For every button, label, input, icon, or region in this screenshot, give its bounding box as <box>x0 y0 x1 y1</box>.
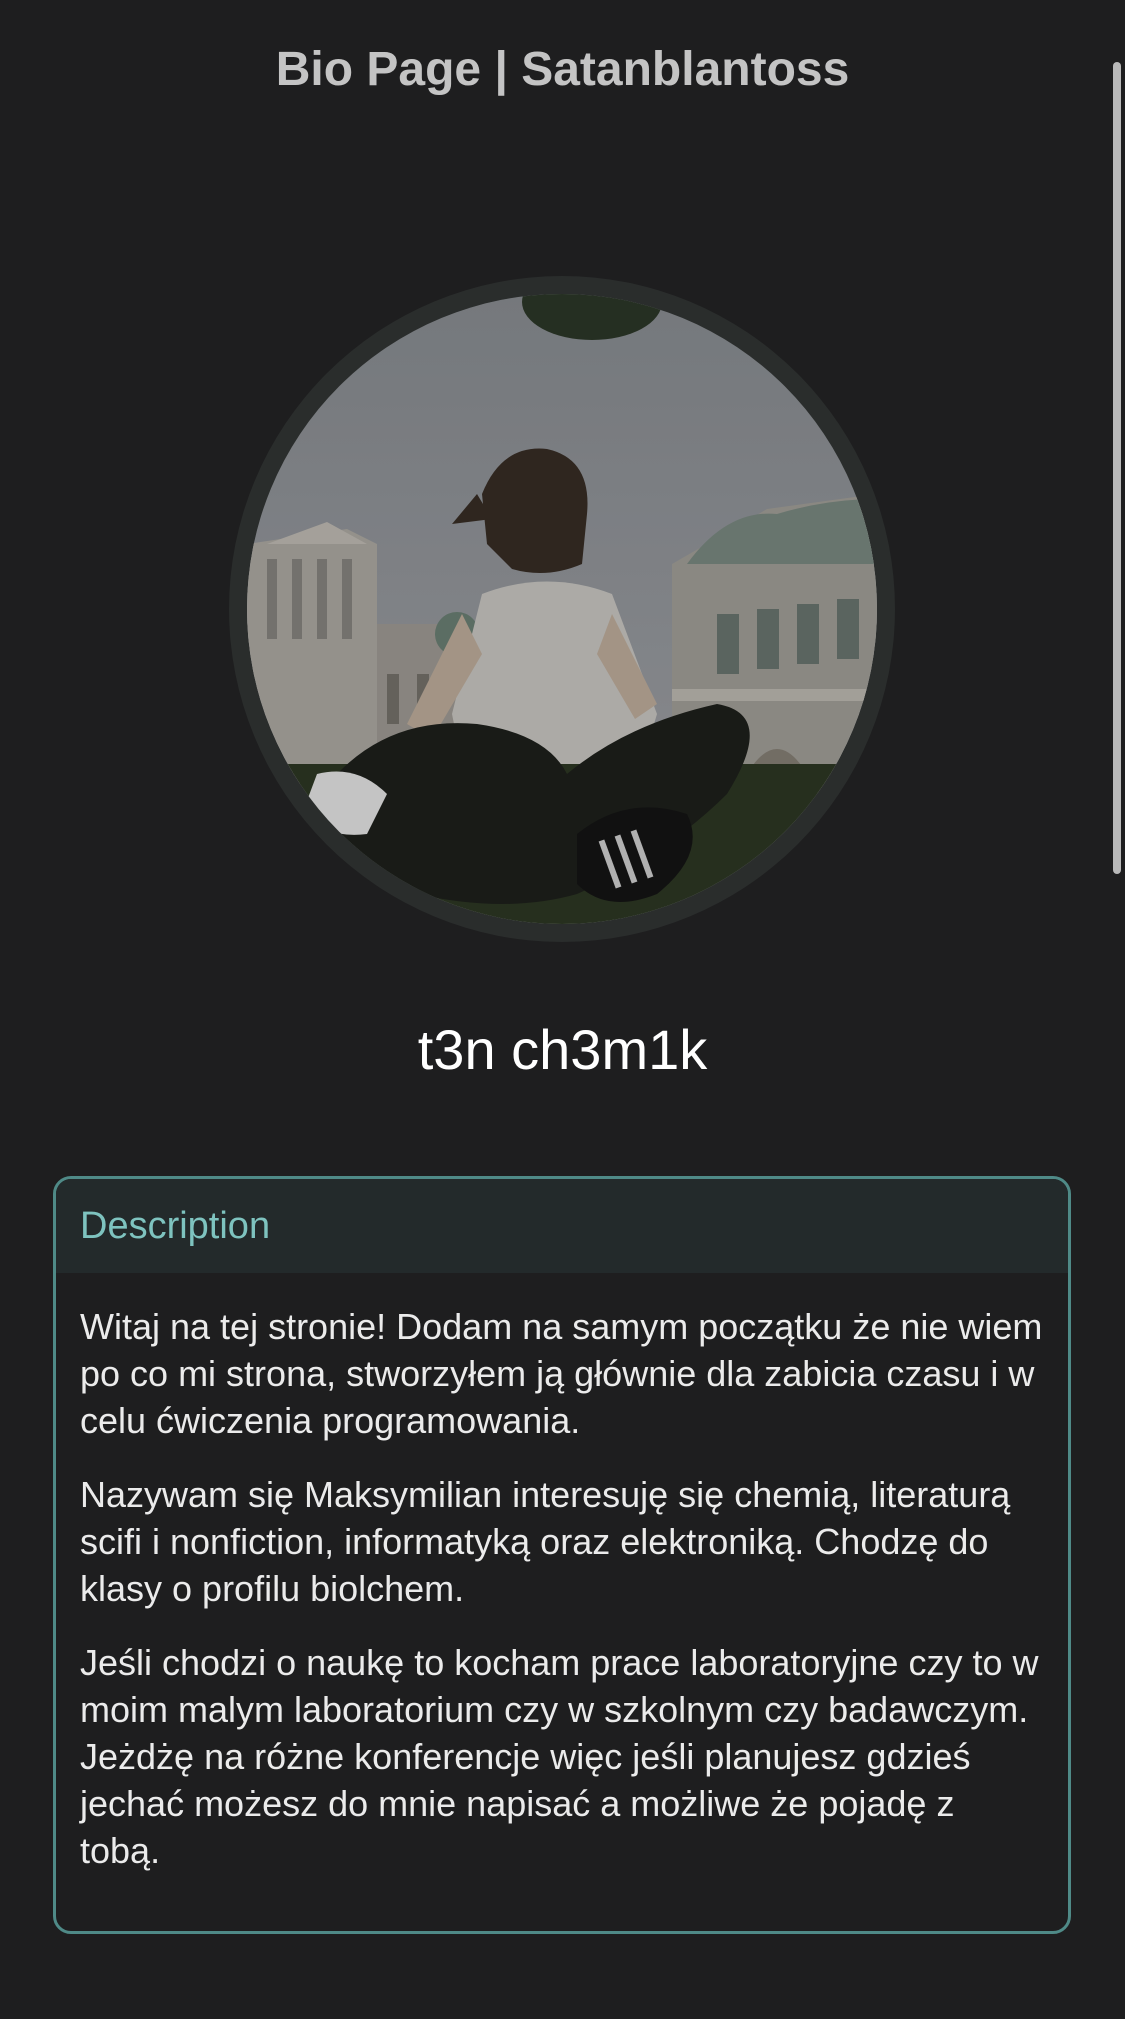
scrollbar[interactable] <box>1105 0 1125 2019</box>
avatar-frame <box>229 276 895 942</box>
description-title: Description <box>80 1204 271 1247</box>
description-paragraph: Witaj na tej stronie! Dodam na samym poc… <box>80 1306 1043 1441</box>
profile-name: t3n ch3m1k <box>417 1018 708 1081</box>
description-paragraph: Jeśli chodzi o naukę to kocham prace lab… <box>80 1642 1039 1871</box>
description-card: Description Witaj na tej stronie! Dodam … <box>53 1176 1071 1934</box>
description-body: Witaj na tej stronie! Dodam na samym poc… <box>56 1273 1068 1874</box>
avatar <box>247 294 877 924</box>
page-title: Bio Page | Satanblantoss <box>275 43 850 96</box>
description-paragraph: Nazywam się Maksymilian interesuję się c… <box>80 1474 1011 1609</box>
description-card-header: Description <box>56 1179 1068 1273</box>
scrollbar-thumb[interactable] <box>1113 62 1121 874</box>
